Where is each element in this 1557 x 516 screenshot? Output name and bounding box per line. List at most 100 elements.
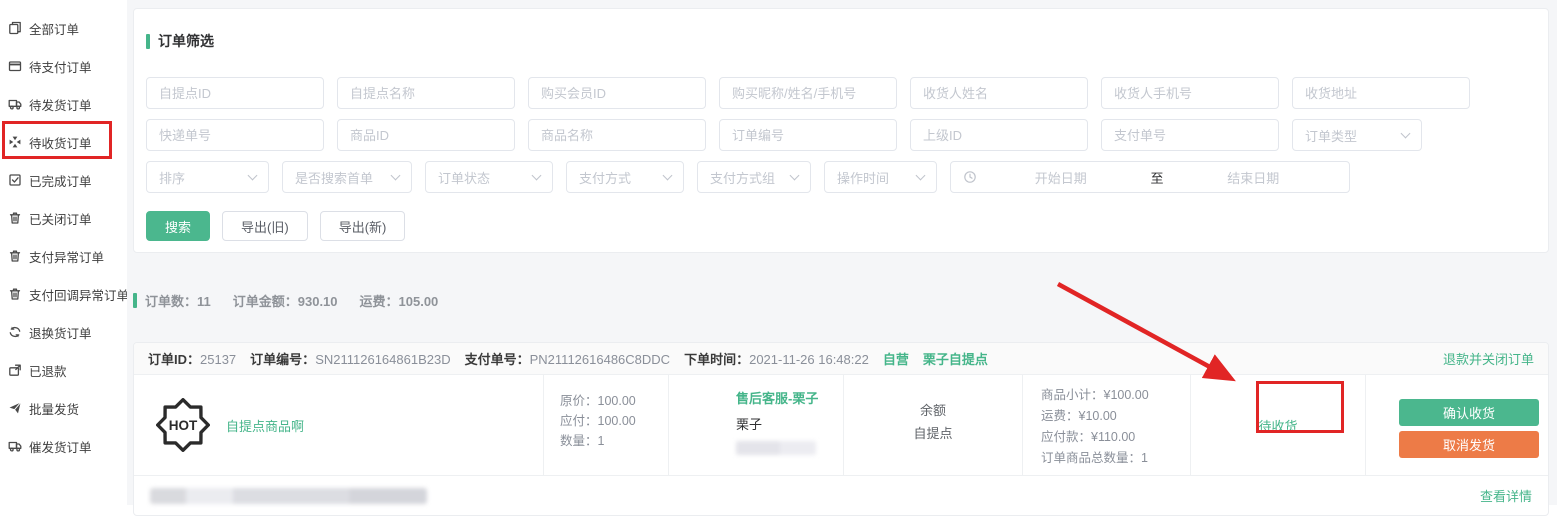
chevron-down-icon xyxy=(1401,129,1411,139)
sidebar-item-label: 已退款 xyxy=(29,361,67,380)
order-row: HOT 自提点商品啊 原价：100.00 应付：100.00 数量：1 售后客服… xyxy=(134,375,1548,475)
date-range-separator: 至 xyxy=(1145,168,1170,187)
order-header: 订单ID：25137 订单编号：SN211126164861B23D 支付单号：… xyxy=(134,343,1548,375)
sidebar-item-label: 批量发货 xyxy=(29,399,79,418)
product-name-input[interactable] xyxy=(528,119,706,151)
payment-error-icon xyxy=(8,249,22,263)
chevron-down-icon xyxy=(790,171,800,181)
first-order-select[interactable]: 是否搜索首单 xyxy=(282,161,412,193)
filter-section-title: 订单筛选 xyxy=(146,31,1536,51)
start-date-input[interactable]: 开始日期 xyxy=(977,168,1145,187)
section-accent-bar xyxy=(133,293,137,308)
receiver-phone-input[interactable] xyxy=(1101,77,1279,109)
order-count: 订单数：11 xyxy=(145,291,211,310)
order-amount: 订单金额：930.10 xyxy=(233,291,338,310)
order-id-field: 订单ID：25137 xyxy=(148,349,236,368)
payment-method-placeholder: 支付方式 xyxy=(579,168,631,187)
operate-time-select[interactable]: 操作时间 xyxy=(824,161,937,193)
parent-id-input[interactable] xyxy=(910,119,1088,151)
order-time-label: 下单时间： xyxy=(684,352,749,367)
totals-cell: 商品小计：¥100.00 运费：¥10.00 应付款：¥110.00 订单商品总… xyxy=(1023,375,1191,475)
shipping-fee: 运费：105.00 xyxy=(360,291,439,310)
payment-sn-value: PN21112616486C8DDC xyxy=(530,352,670,367)
order-type-select[interactable]: 订单类型 xyxy=(1292,119,1422,151)
actions-cell: 确认收货 取消发货 xyxy=(1366,375,1548,475)
search-button[interactable]: 搜索 xyxy=(146,211,210,241)
orders-summary-bar: 订单数：11 订单金额：930.10 运费：105.00 xyxy=(133,291,1549,310)
return-exchange-icon xyxy=(8,325,22,339)
payment-sn-label: 支付单号： xyxy=(465,352,530,367)
filter-title-text: 订单筛选 xyxy=(158,31,214,51)
order-card: 订单ID：25137 订单编号：SN211126164861B23D 支付单号：… xyxy=(133,342,1549,516)
order-sn-label: 订单编号： xyxy=(250,352,315,367)
receiver-name-input[interactable] xyxy=(910,77,1088,109)
pending-receipt-icon xyxy=(8,135,22,149)
sidebar-item-label: 已完成订单 xyxy=(29,171,92,190)
main-content: 订单筛选 订单类型 排序 xyxy=(127,0,1557,505)
pickup-point-id-input[interactable] xyxy=(146,77,324,109)
buyer-member-id-input[interactable] xyxy=(528,77,706,109)
product-name-link[interactable]: 自提点商品啊 xyxy=(226,416,304,435)
pickup-point-tag: 栗子自提点 xyxy=(923,349,988,368)
sidebar-item-pending-payment[interactable]: 待支付订单 xyxy=(0,47,127,85)
urge-shipping-icon xyxy=(8,439,22,453)
confirm-receipt-button[interactable]: 确认收货 xyxy=(1399,399,1539,426)
end-date-input[interactable]: 结束日期 xyxy=(1170,168,1338,187)
payment-method-group-select[interactable]: 支付方式组 xyxy=(697,161,811,193)
sidebar-item-label: 催发货订单 xyxy=(29,437,92,456)
pending-shipment-icon xyxy=(8,97,22,111)
date-range-picker[interactable]: 开始日期 至 结束日期 xyxy=(950,161,1350,193)
original-price: 原价：100.00 xyxy=(560,391,668,411)
sidebar-item-payment-error[interactable]: 支付异常订单 xyxy=(0,237,127,275)
sidebar-item-return-exchange[interactable]: 退换货订单 xyxy=(0,313,127,351)
order-status-badge: 待收货 xyxy=(1258,416,1297,435)
after-sales-service-link[interactable]: 售后客服-栗子 xyxy=(736,388,843,407)
pending-payment-icon xyxy=(8,59,22,73)
sidebar-item-label: 支付异常订单 xyxy=(29,247,104,266)
batch-shipping-icon xyxy=(8,401,22,415)
payment-method-cell: 余额 自提点 xyxy=(844,375,1023,475)
quantity: 数量：1 xyxy=(560,431,668,451)
orders-all-icon xyxy=(8,21,22,35)
order-sn-value: SN211126164861B23D xyxy=(315,352,450,367)
chevron-down-icon xyxy=(916,171,926,181)
export-new-button[interactable]: 导出(新) xyxy=(320,211,406,241)
sidebar-item-batch-shipping[interactable]: 批量发货 xyxy=(0,389,127,427)
payment-number-input[interactable] xyxy=(1101,119,1279,151)
payment-method-select[interactable]: 支付方式 xyxy=(566,161,684,193)
refunded-icon xyxy=(8,363,22,377)
view-detail-link[interactable]: 查看详情 xyxy=(1480,486,1532,505)
sidebar-item-pending-receipt[interactable]: 待收货订单 xyxy=(0,123,127,161)
chevron-down-icon xyxy=(391,171,401,181)
pickup-point-name-input[interactable] xyxy=(337,77,515,109)
buyer-nickname-input[interactable] xyxy=(719,77,897,109)
payable-price: 应付：100.00 xyxy=(560,411,668,431)
chevron-down-icon xyxy=(663,171,673,181)
order-sn-input[interactable] xyxy=(719,119,897,151)
payment-sn-field: 支付单号：PN21112616486C8DDC xyxy=(465,349,670,368)
sidebar-item-completed[interactable]: 已完成订单 xyxy=(0,161,127,199)
sidebar-item-refunded[interactable]: 已退款 xyxy=(0,351,127,389)
refund-close-order-link[interactable]: 退款并关闭订单 xyxy=(1443,349,1534,368)
export-old-button[interactable]: 导出(旧) xyxy=(222,211,308,241)
payment-callback-error-icon xyxy=(8,287,22,301)
order-time-field: 下单时间：2021-11-26 16:48:22 xyxy=(684,349,869,368)
order-status-placeholder: 订单状态 xyxy=(438,168,490,187)
order-filter-panel: 订单筛选 订单类型 排序 xyxy=(133,8,1549,253)
order-status-select[interactable]: 订单状态 xyxy=(425,161,553,193)
customer-name: 栗子 xyxy=(736,414,843,433)
price-cell: 原价：100.00 应付：100.00 数量：1 xyxy=(544,375,669,475)
filter-row-1 xyxy=(146,77,1536,109)
sort-select[interactable]: 排序 xyxy=(146,161,269,193)
chevron-down-icon xyxy=(532,171,542,181)
sidebar-item-pending-shipment[interactable]: 待发货订单 xyxy=(0,85,127,123)
product-id-input[interactable] xyxy=(337,119,515,151)
sidebar-item-payment-callback-error[interactable]: 支付回调异常订单 xyxy=(0,275,127,313)
express-number-input[interactable] xyxy=(146,119,324,151)
sidebar-item-closed[interactable]: 已关闭订单 xyxy=(0,199,127,237)
order-footer: 查看详情 xyxy=(134,475,1548,515)
cancel-shipment-button[interactable]: 取消发货 xyxy=(1399,431,1539,458)
sidebar-item-all-orders[interactable]: 全部订单 xyxy=(0,9,127,47)
sidebar-item-urge-shipping[interactable]: 催发货订单 xyxy=(0,427,127,465)
receiver-address-input[interactable] xyxy=(1292,77,1470,109)
